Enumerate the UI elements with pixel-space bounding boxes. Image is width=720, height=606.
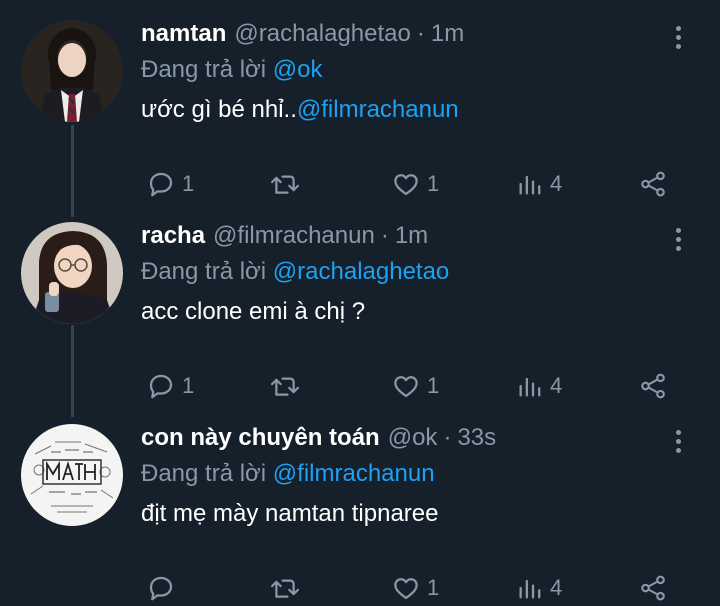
reply-icon [149,172,173,197]
tweet-actions: 1 1 4 [141,368,681,404]
retweet-button[interactable] [269,166,301,202]
timestamp[interactable]: 33s [457,424,496,452]
reply-icon [149,576,173,601]
replying-to: Đang trả lời @rachalaghetao [141,258,449,286]
display-name[interactable]: con này chuyên toán [141,424,380,452]
replying-to-mention[interactable]: @rachalaghetao [273,258,449,285]
replying-prefix: Đang trả lời [141,56,267,83]
more-icon[interactable] [668,424,688,458]
timestamp[interactable]: 1m [395,222,428,250]
replying-to-mention[interactable]: @filmrachanun [273,460,435,487]
tweet-text-body: ước gì bé nhỉ.. [141,96,297,123]
like-button[interactable]: 1 [391,166,439,202]
tweet-text: địt mẹ mày namtan tipnaree [141,500,438,528]
replying-prefix: Đang trả lời [141,460,267,487]
views-button[interactable]: 4 [516,166,562,202]
tweet-text-body: acc clone emi à chị ? [141,298,366,325]
share-icon [641,575,665,601]
user-handle[interactable]: @filmrachanun [213,222,375,250]
views-count: 4 [550,373,563,398]
share-icon [641,171,665,197]
like-count: 1 [427,373,440,398]
avatar[interactable] [21,20,123,122]
reply-button[interactable]: 1 [146,166,194,202]
views-button[interactable]: 4 [516,368,562,404]
views-count: 4 [550,575,563,600]
like-button[interactable]: 1 [391,368,439,404]
share-icon [641,373,665,399]
retweet-icon [270,579,300,598]
retweet-icon [270,175,300,194]
tweet-text: acc clone emi à chị ? [141,298,365,326]
views-count: 4 [550,171,563,196]
replying-to: Đang trả lời @ok [141,56,323,84]
tweet-text-body: địt mẹ mày namtan tipnaree [141,500,439,527]
tweet-actions: 1 1 4 [141,166,681,202]
timestamp[interactable]: 1m [431,20,464,48]
tweet-actions: 1 4 [141,570,681,606]
display-name[interactable]: namtan [141,20,226,48]
share-button[interactable] [638,166,668,202]
like-icon [394,578,418,600]
tweet[interactable]: namtan @rachalaghetao · 1m Đang trả lời … [0,20,720,210]
separator-dot: · [416,20,425,47]
tweet-text: ước gì bé nhỉ..@filmrachanun [141,96,459,124]
views-icon [519,175,541,195]
tweet-mention[interactable]: @filmrachanun [297,96,459,123]
replying-to: Đang trả lời @filmrachanun [141,460,435,488]
retweet-button[interactable] [269,368,301,404]
replying-to-mention[interactable]: @ok [273,56,323,83]
separator-dot: · [380,222,389,249]
reply-icon [149,374,173,399]
views-icon [519,377,541,397]
retweet-button[interactable] [269,570,301,606]
tweet[interactable]: racha @filmrachanun · 1m Đang trả lời @r… [0,222,720,412]
more-icon[interactable] [668,222,688,256]
user-handle[interactable]: @ok [388,424,438,452]
replying-prefix: Đang trả lời [141,258,267,285]
reply-button[interactable] [146,570,182,606]
share-button[interactable] [638,368,668,404]
retweet-icon [270,377,300,396]
more-icon[interactable] [668,20,688,54]
views-button[interactable]: 4 [516,570,562,606]
views-icon [519,579,541,599]
separator-dot: · [443,424,452,451]
display-name[interactable]: racha [141,222,205,250]
like-count: 1 [427,575,440,600]
like-icon [394,376,418,398]
avatar[interactable] [21,222,123,324]
like-icon [394,174,418,196]
share-button[interactable] [638,570,668,606]
reply-count: 1 [182,373,195,398]
like-button[interactable]: 1 [391,570,439,606]
like-count: 1 [427,171,440,196]
user-handle[interactable]: @rachalaghetao [234,20,410,48]
avatar[interactable] [21,424,123,526]
reply-count: 1 [182,171,195,196]
tweet[interactable]: con này chuyên toán @ok · 33s Đang trả l… [0,424,720,606]
reply-button[interactable]: 1 [146,368,194,404]
